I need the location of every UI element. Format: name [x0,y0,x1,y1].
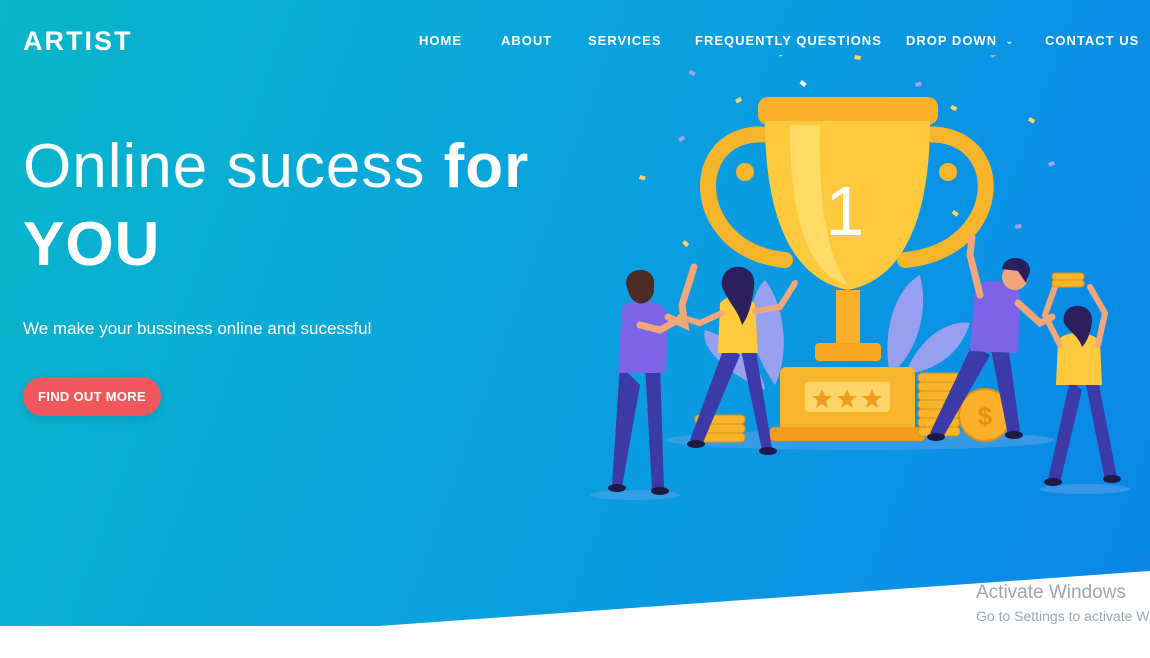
chevron-down-icon: ⌄ [1005,36,1015,47]
watermark-title: Activate Windows [976,582,1126,603]
headline-bold-for: for [443,132,530,201]
trophy-number: 1 [826,172,865,250]
trophy-neck [815,343,881,361]
trophy-curl-right [939,163,957,181]
trophy-illustration: 1 $ [590,55,1130,500]
headline-bold-you: YOU [23,210,161,279]
figure-woman-right [1041,272,1121,486]
main-nav: HOME ABOUT SERVICES FREQUENTLY QUESTIONS… [0,33,1150,53]
hero-subtitle: We make your bussiness online and sucess… [23,319,372,338]
figure-man-left [608,263,698,495]
nav-contact-us[interactable]: CONTACT US [1045,33,1139,48]
trophy-curl-left [736,163,754,181]
nav-drop-down[interactable]: DROP DOWN ⌄ [906,33,1015,48]
trophy-stem [836,290,860,350]
trophy-rim [758,97,938,125]
hero-headline: Online sucess for YOU [23,128,583,284]
activate-windows-watermark: Activate Windows Go to Settings to activ… [976,582,1150,624]
dollar-icon: $ [978,401,993,431]
trophy-plinth [770,427,925,441]
nav-frequently-questions[interactable]: FREQUENTLY QUESTIONS [695,33,882,48]
nav-drop-down-label: DROP DOWN [906,33,998,48]
nav-about[interactable]: ABOUT [501,33,552,48]
watermark-subtitle: Go to Settings to activate W [976,608,1150,624]
headline-light: Online sucess [23,132,444,201]
find-out-more-button[interactable]: FIND OUT MORE [23,377,161,416]
nav-home[interactable]: HOME [419,33,462,48]
nav-services[interactable]: SERVICES [588,33,662,48]
